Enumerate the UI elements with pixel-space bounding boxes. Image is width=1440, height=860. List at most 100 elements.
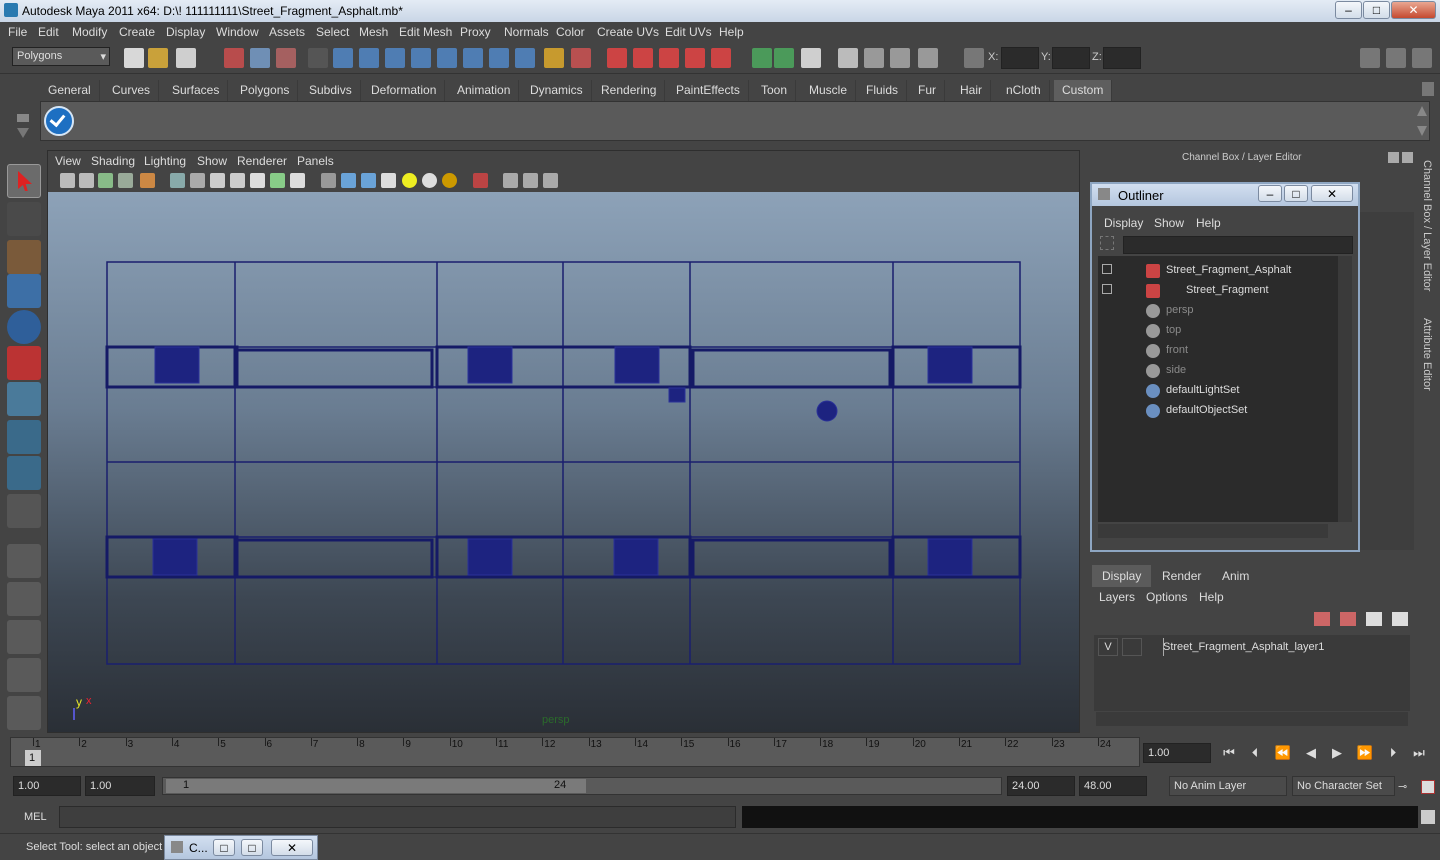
filter-icon[interactable] [1100, 236, 1114, 250]
panel-menu-lighting[interactable]: Lighting [144, 154, 186, 168]
toggle-sidebar-icon[interactable] [1360, 48, 1380, 68]
grid-icon[interactable] [170, 173, 185, 188]
menu-modify[interactable]: Modify [72, 25, 107, 39]
panel-menu-shading[interactable]: Shading [91, 154, 135, 168]
new-layer-from-selected-icon[interactable] [1392, 612, 1408, 626]
move-layer-down-icon[interactable] [1340, 612, 1356, 626]
outliner-item[interactable]: defaultObjectSet [1166, 404, 1247, 416]
outliner-maximize-button[interactable]: □ [1284, 185, 1308, 202]
new-scene-icon[interactable] [124, 48, 144, 68]
menu-assets[interactable]: Assets [269, 25, 305, 39]
pick-rendering-icon[interactable] [489, 48, 509, 68]
tab-dynamics[interactable]: Dynamics [522, 80, 592, 101]
xray-joints-icon[interactable] [523, 173, 538, 188]
outliner-item[interactable]: front [1166, 344, 1188, 356]
lasso-tool-icon[interactable] [7, 202, 41, 236]
pick-misc-icon[interactable] [515, 48, 535, 68]
paint-select-tool-icon[interactable] [7, 240, 41, 274]
anim-layer-dropdown[interactable]: No Anim Layer [1169, 776, 1287, 796]
snap-curve-icon[interactable] [633, 48, 653, 68]
menu-help[interactable]: Help [719, 25, 744, 39]
transform-mode-icon[interactable] [964, 48, 984, 68]
shelf-menu-icon[interactable] [17, 114, 29, 122]
lock-icon[interactable] [544, 48, 564, 68]
rotate-tool-icon[interactable] [7, 310, 41, 344]
wireframe-icon[interactable] [321, 173, 336, 188]
tab-fluids[interactable]: Fluids [858, 80, 908, 101]
gate-mask-icon[interactable] [230, 173, 245, 188]
soft-modification-icon[interactable] [7, 420, 41, 454]
resolution-gate-icon[interactable] [210, 173, 225, 188]
script-editor-icon[interactable] [1421, 810, 1435, 824]
range-slider-handle[interactable]: 1 24 [166, 779, 586, 793]
save-scene-icon[interactable] [176, 48, 196, 68]
select-hierarchy-icon[interactable] [224, 48, 244, 68]
outliner-menu-help[interactable]: Help [1196, 216, 1221, 230]
shelf-scroll-down-icon[interactable] [1417, 126, 1427, 136]
smooth-shade-icon[interactable] [341, 173, 356, 188]
new-empty-layer-icon[interactable] [1366, 612, 1382, 626]
tab-rendering[interactable]: Rendering [593, 80, 666, 101]
outliner-horizontal-scrollbar[interactable] [1098, 524, 1328, 538]
film-gate-icon[interactable] [190, 173, 205, 188]
attribute-editor-toggle-icon[interactable] [1412, 48, 1432, 68]
shelf-expand-icon[interactable] [17, 128, 29, 138]
snap-grid-icon[interactable] [607, 48, 627, 68]
tab-surfaces[interactable]: Surfaces [164, 80, 229, 101]
persp-graph-layout-icon[interactable] [7, 658, 41, 692]
channel-box-side-tab[interactable]: Channel Box / Layer Editor [1421, 160, 1433, 291]
layer-horizontal-scrollbar[interactable] [1096, 712, 1408, 726]
outliner-menu-display[interactable]: Display [1104, 216, 1143, 230]
maximize-button[interactable]: □ [1363, 1, 1390, 19]
output-ops-icon[interactable] [774, 48, 794, 68]
universal-manipulator-icon[interactable] [7, 382, 41, 416]
safe-action-icon[interactable] [270, 173, 285, 188]
persp-outliner-layout-icon[interactable] [7, 620, 41, 654]
x-field[interactable] [1001, 47, 1039, 69]
pick-deformer-icon[interactable] [437, 48, 457, 68]
snap-view-plane-icon[interactable] [685, 48, 705, 68]
open-scene-icon[interactable] [148, 48, 168, 68]
current-time-field[interactable]: 1.00 [1143, 743, 1211, 763]
hypershade-icon[interactable] [918, 48, 938, 68]
bookmarks-icon[interactable] [98, 173, 113, 188]
ipr-render-icon[interactable] [864, 48, 884, 68]
menu-normals[interactable]: Normals [504, 25, 549, 39]
outliner-item[interactable]: top [1166, 324, 1181, 336]
outliner-search-field[interactable] [1123, 236, 1353, 254]
make-live-icon[interactable] [711, 48, 731, 68]
panel-menu-view[interactable]: View [55, 154, 81, 168]
menu-mesh[interactable]: Mesh [359, 25, 388, 39]
character-set-dropdown[interactable]: No Character Set [1292, 776, 1395, 796]
pick-joint-icon[interactable] [359, 48, 379, 68]
move-tool-icon[interactable] [7, 274, 41, 308]
step-back-frame-icon[interactable]: ⏴ [1246, 745, 1264, 761]
layer-name[interactable]: Street_Fragment_Asphalt_layer1 [1163, 641, 1324, 653]
field-chart-icon[interactable] [250, 173, 265, 188]
tab-ncloth[interactable]: nCloth [998, 80, 1050, 101]
wireframe-on-shaded-icon[interactable] [361, 173, 376, 188]
xray-components-icon[interactable] [543, 173, 558, 188]
lock-selection-icon[interactable] [308, 48, 328, 68]
select-camera-icon[interactable] [60, 173, 75, 188]
menu-edit-uvs[interactable]: Edit UVs [665, 25, 712, 39]
tab-subdivs[interactable]: Subdivs [301, 80, 361, 101]
menu-edit[interactable]: Edit [38, 25, 59, 39]
minimize-button[interactable]: – [1335, 1, 1362, 19]
panel-menu-renderer[interactable]: Renderer [237, 154, 287, 168]
layer-tab-display[interactable]: Display [1092, 565, 1152, 587]
go-to-start-icon[interactable]: ⏮ [1220, 745, 1238, 761]
minimized-restore-button[interactable]: □ [213, 839, 235, 856]
image-plane-icon[interactable] [118, 173, 133, 188]
select-object-icon[interactable] [250, 48, 270, 68]
scale-tool-icon[interactable] [7, 346, 41, 380]
range-slider-track[interactable]: 1 24 [162, 777, 1002, 795]
outliner-item[interactable]: Street_Fragment_Asphalt [1166, 264, 1291, 276]
outliner-vertical-scrollbar[interactable] [1338, 256, 1352, 522]
menu-proxy[interactable]: Proxy [460, 25, 491, 39]
menu-create-uvs[interactable]: Create UVs [597, 25, 659, 39]
move-layer-up-icon[interactable] [1314, 612, 1330, 626]
z-field[interactable] [1103, 47, 1141, 69]
minimized-maximize-button[interactable]: □ [241, 839, 263, 856]
mel-label[interactable]: MEL [24, 811, 47, 823]
